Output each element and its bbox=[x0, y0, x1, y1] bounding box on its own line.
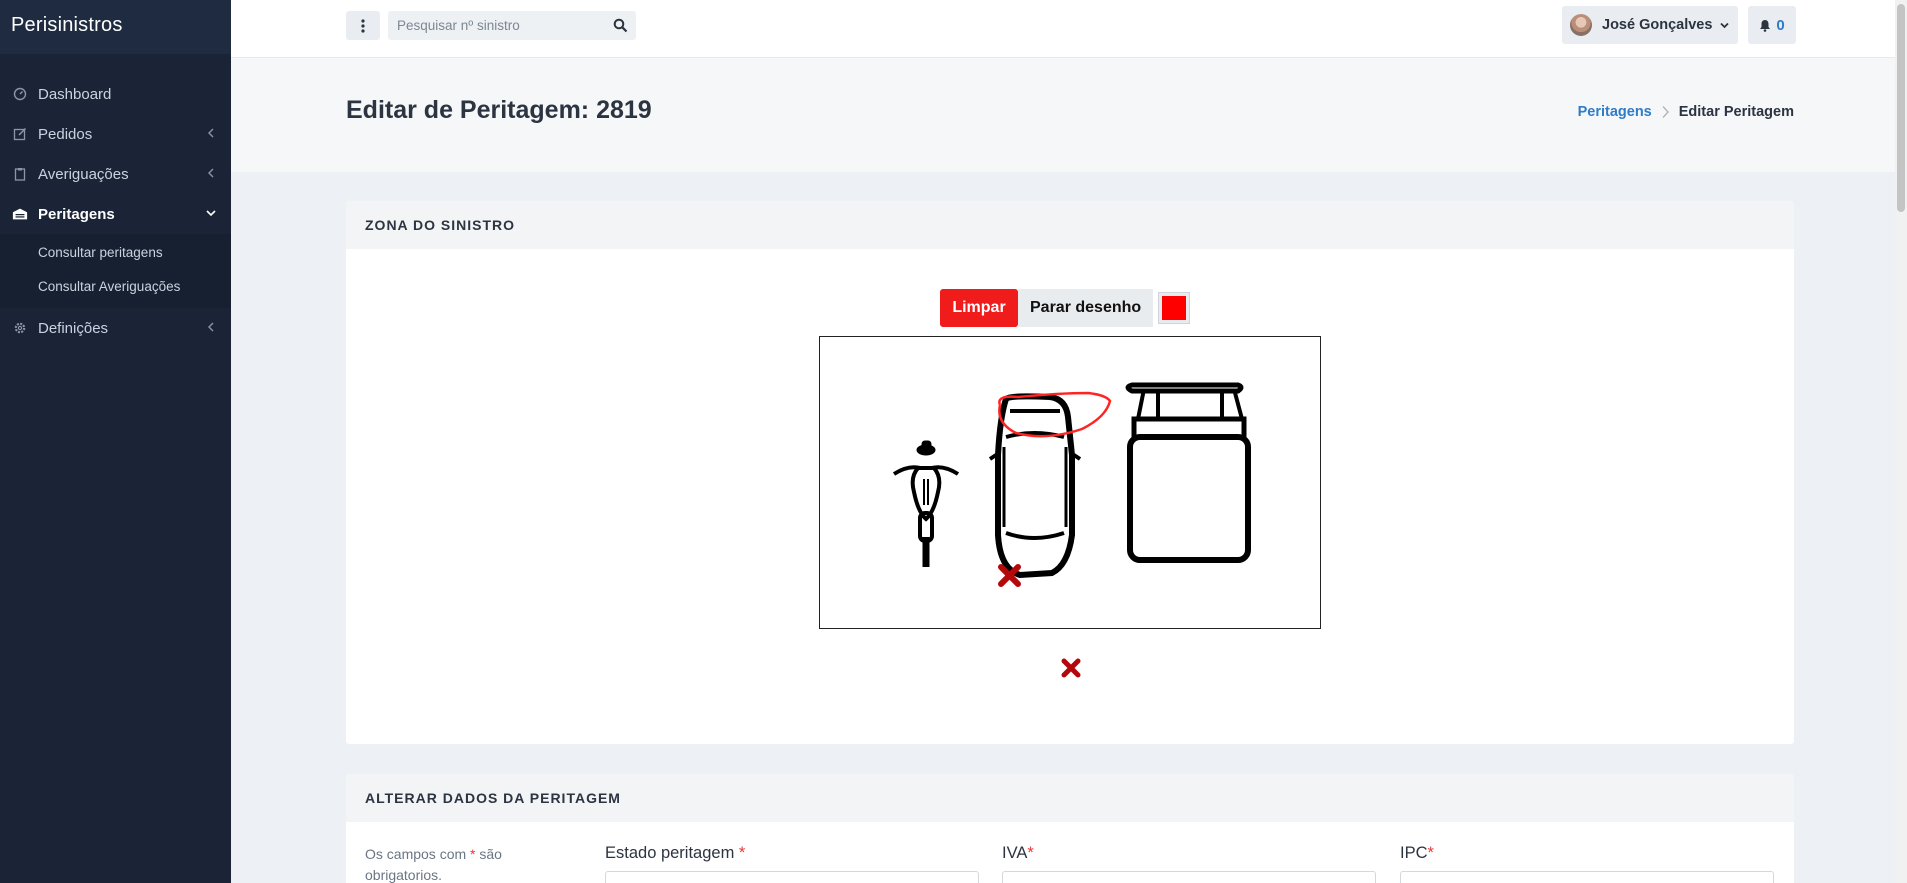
chevron-down-icon bbox=[1720, 22, 1730, 28]
chevron-left-icon bbox=[208, 168, 214, 178]
card-heading: ZONA DO SINISTRO bbox=[346, 201, 1794, 249]
sidebar-item-label: Pedidos bbox=[38, 125, 93, 143]
motorcycle-drawing bbox=[892, 440, 960, 567]
page-header: Editar de Peritagem: 2819 Peritagens Edi… bbox=[231, 58, 1907, 172]
drawing-toolbar: Limpar Parar desenho bbox=[940, 289, 1191, 327]
user-menu[interactable]: José Gonçalves bbox=[1562, 6, 1738, 44]
sidebar-submenu-peritagens: Consultar peritagens Consultar Averiguaç… bbox=[0, 234, 231, 308]
estado-peritagem-label: Estado peritagem * bbox=[605, 844, 746, 862]
breadcrumb: Peritagens Editar Peritagem bbox=[1578, 104, 1794, 120]
bell-icon bbox=[1760, 19, 1771, 32]
chevron-right-icon bbox=[1662, 106, 1669, 118]
search-icon[interactable] bbox=[613, 18, 628, 33]
card-heading: ALTERAR DADOS DA PERITAGEM bbox=[346, 774, 1794, 822]
breadcrumb-link-peritagens[interactable]: Peritagens bbox=[1578, 104, 1652, 120]
sidebar-item-label: Definições bbox=[38, 319, 109, 337]
zona-sinistro-card: ZONA DO SINISTRO Limpar Parar desenho bbox=[346, 201, 1794, 744]
scrollbar-thumb[interactable] bbox=[1897, 4, 1905, 212]
clear-button[interactable]: Limpar bbox=[940, 289, 1018, 327]
iva-label: IVA* bbox=[1002, 844, 1034, 862]
search-box bbox=[388, 11, 636, 40]
van-drawing bbox=[1125, 382, 1251, 563]
clipboard-icon bbox=[12, 166, 28, 182]
page-scrollbar[interactable] bbox=[1895, 0, 1907, 883]
remove-mark-icon[interactable] bbox=[1059, 656, 1083, 680]
sidebar-item-peritagens[interactable]: Peritagens bbox=[0, 194, 231, 234]
sidebar-item-label: Dashboard bbox=[38, 85, 112, 103]
estado-peritagem-select[interactable] bbox=[605, 871, 979, 883]
options-menu-button[interactable] bbox=[346, 11, 380, 40]
notifications-button[interactable]: 0 bbox=[1748, 6, 1796, 44]
sidebar-item-dashboard[interactable]: Dashboard bbox=[0, 74, 231, 114]
user-name: José Gonçalves bbox=[1602, 17, 1713, 33]
sidebar-item-definicoes[interactable]: Definições bbox=[0, 308, 231, 348]
sidebar-item-label: Averiguações bbox=[38, 165, 129, 183]
sidebar-subitem-consultar-peritagens[interactable]: Consultar peritagens bbox=[0, 236, 231, 270]
topbar: José Gonçalves 0 bbox=[231, 0, 1907, 58]
sidebar-item-pedidos[interactable]: Pedidos bbox=[0, 114, 231, 154]
chevron-left-icon bbox=[208, 128, 214, 138]
edit-icon bbox=[12, 126, 28, 142]
kebab-icon bbox=[361, 18, 365, 33]
required-fields-note: Os campos com * são obrigatorios. bbox=[365, 846, 502, 883]
page-title: Editar de Peritagem: 2819 bbox=[346, 96, 652, 124]
brand-logo[interactable]: Perisinistros bbox=[0, 0, 231, 54]
notifications-count: 0 bbox=[1776, 16, 1785, 34]
damage-drawing-canvas[interactable] bbox=[819, 336, 1321, 629]
alterar-dados-card: ALTERAR DADOS DA PERITAGEM Os campos com… bbox=[346, 774, 1794, 883]
breadcrumb-current: Editar Peritagem bbox=[1678, 104, 1794, 120]
dashboard-icon bbox=[12, 86, 28, 102]
stop-drawing-button[interactable]: Parar desenho bbox=[1018, 289, 1154, 327]
sidebar-item-label: Peritagens bbox=[38, 205, 115, 223]
sidebar: Perisinistros Dashboard Pedidos Averigua… bbox=[0, 0, 231, 883]
chevron-left-icon bbox=[208, 322, 214, 332]
gear-icon bbox=[12, 320, 28, 336]
search-input[interactable] bbox=[388, 11, 598, 40]
ipc-label: IPC* bbox=[1400, 844, 1434, 862]
color-picker[interactable] bbox=[1158, 292, 1191, 324]
chevron-down-icon bbox=[206, 210, 216, 217]
sidebar-nav: Dashboard Pedidos Averiguações Peritagen… bbox=[0, 74, 231, 348]
vehicle-diagram bbox=[892, 382, 1251, 587]
iva-input[interactable] bbox=[1002, 871, 1376, 883]
sidebar-subitem-consultar-averiguacoes[interactable]: Consultar Averiguações bbox=[0, 270, 231, 304]
sidebar-item-averiguacoes[interactable]: Averiguações bbox=[0, 154, 231, 194]
garage-icon bbox=[12, 206, 28, 222]
ipc-input[interactable] bbox=[1400, 871, 1774, 883]
avatar bbox=[1570, 14, 1592, 36]
